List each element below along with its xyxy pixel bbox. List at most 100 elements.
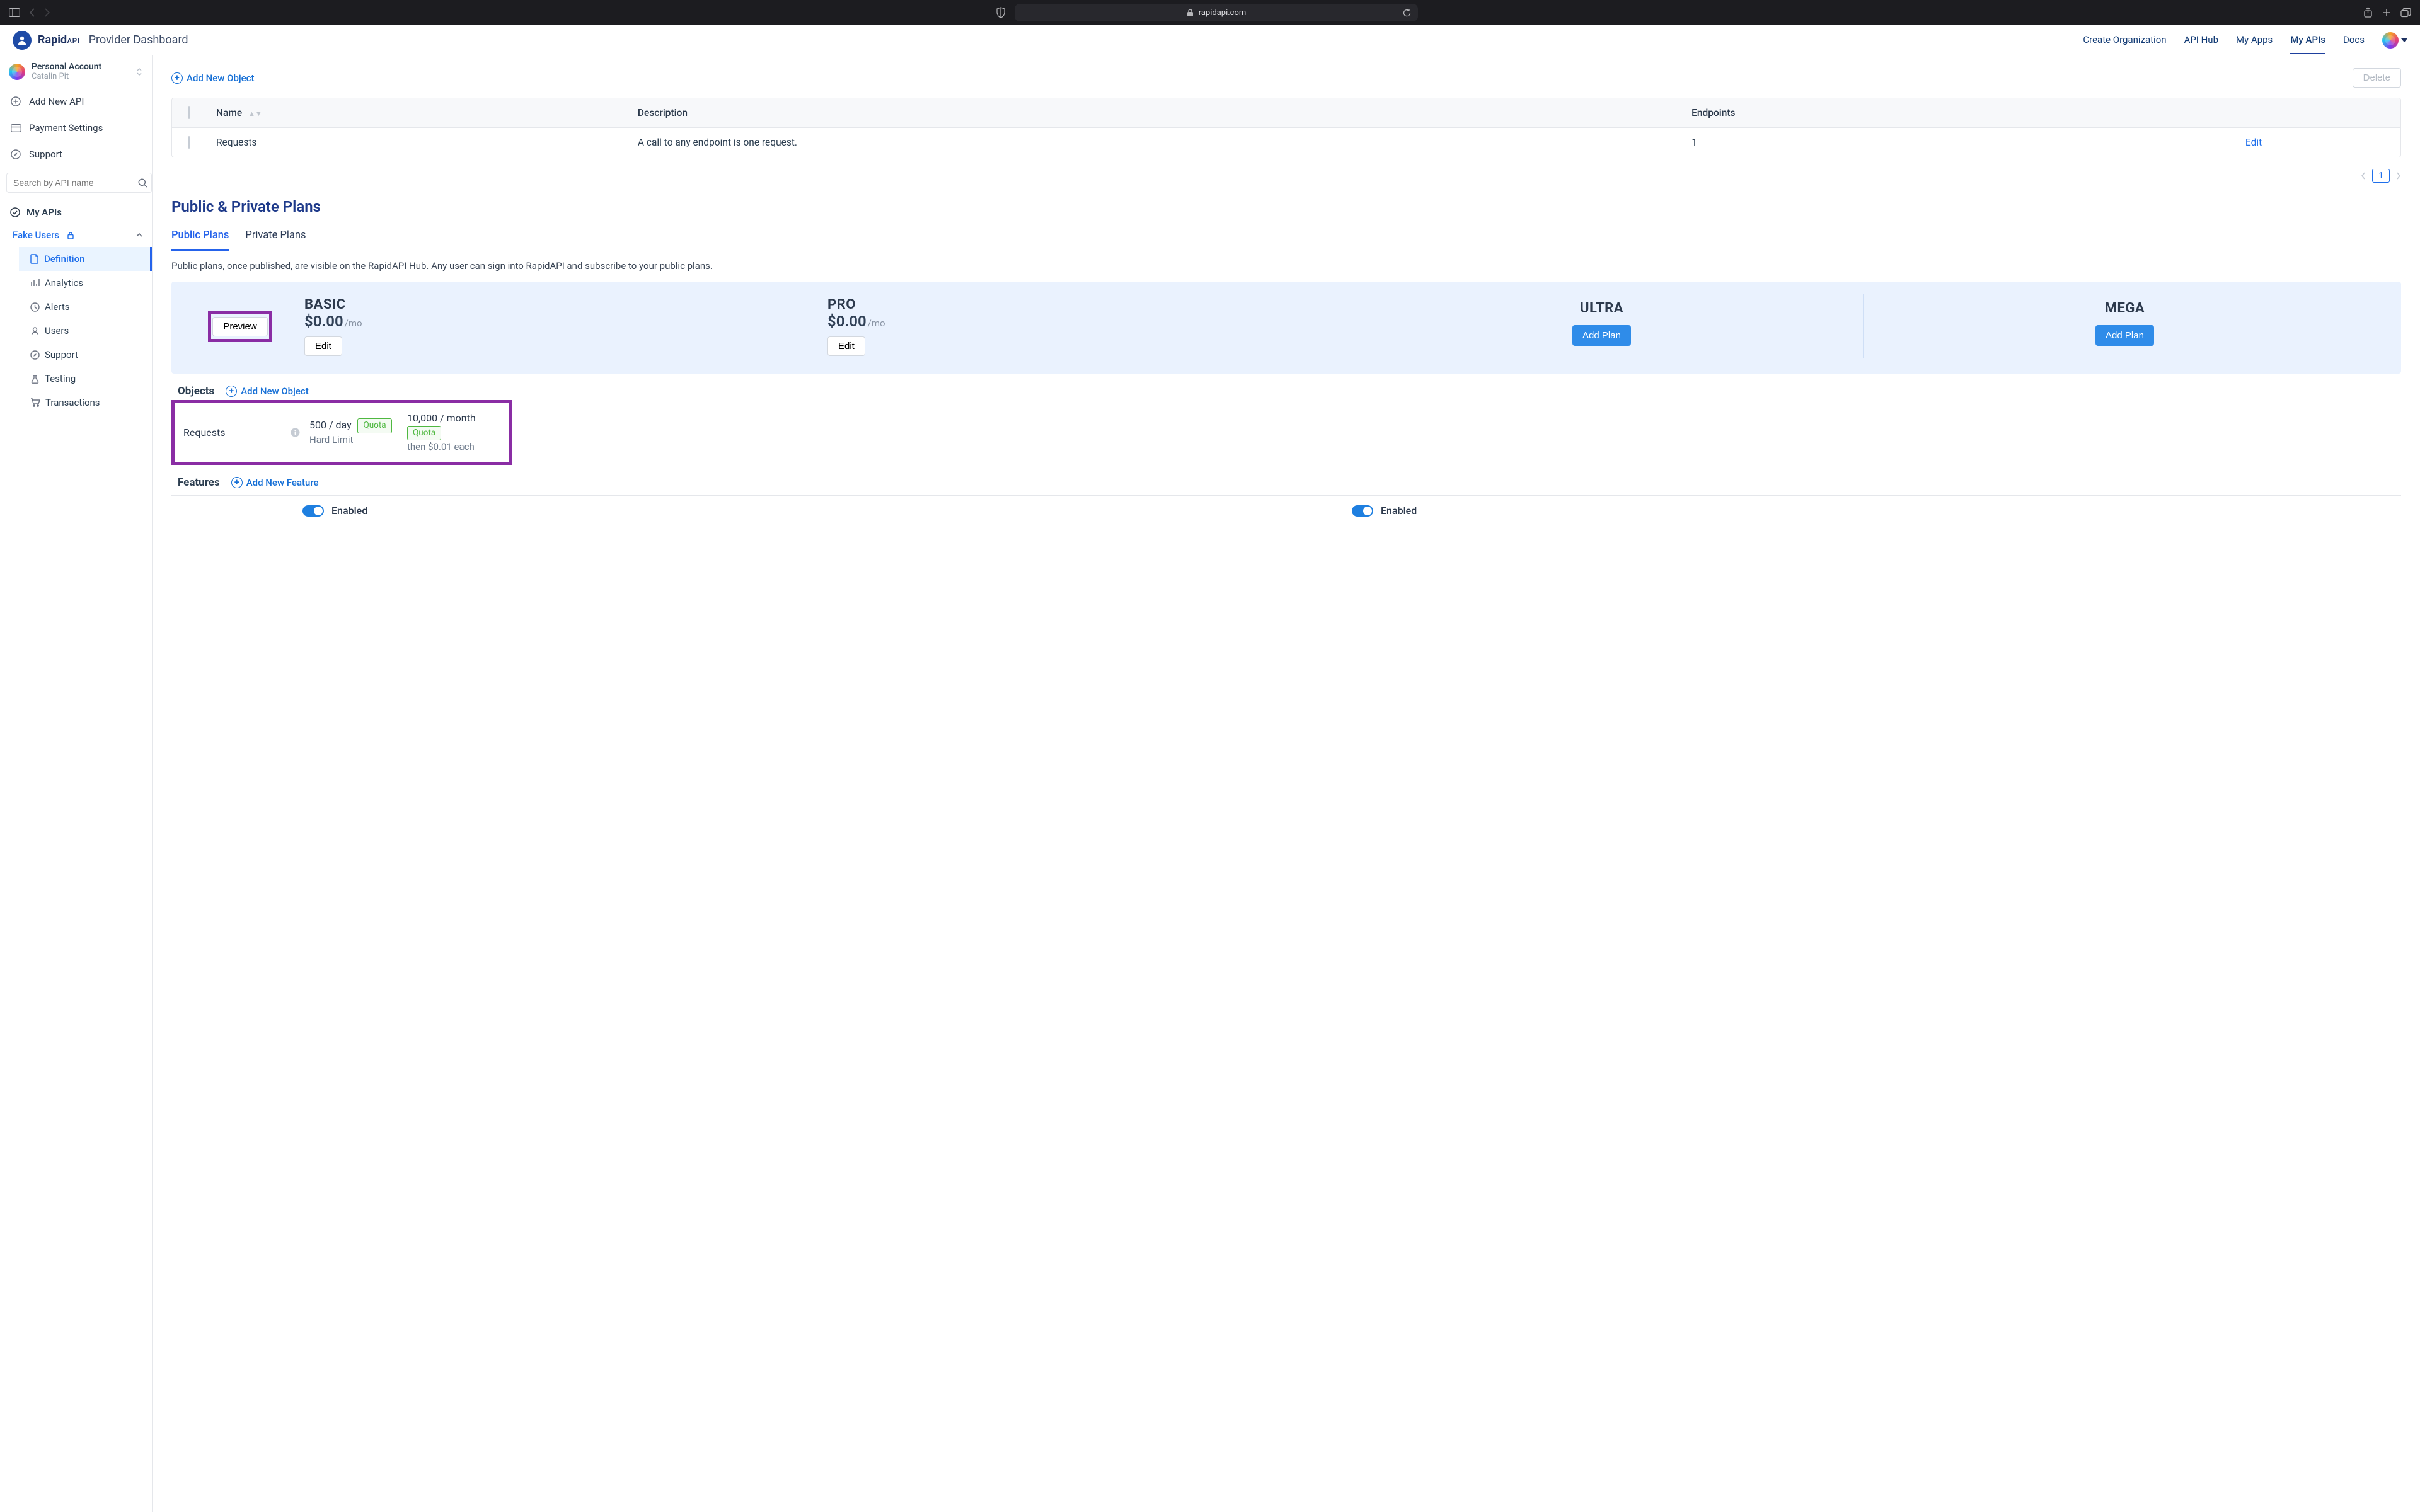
row-endpoints: 1	[1691, 137, 2113, 148]
pager-prev-icon[interactable]	[2361, 172, 2366, 180]
cart-icon	[30, 398, 40, 407]
plus-circle-icon: +	[231, 477, 243, 488]
sidebar: Personal Account Catalin Pit Add New API…	[0, 55, 153, 1512]
nav-my-apps[interactable]: My Apps	[2236, 26, 2273, 54]
plus-circle-icon: +	[226, 386, 237, 397]
objects-table: Name ▲▼ Description Endpoints Requests A…	[171, 98, 2401, 158]
plan-edit-button[interactable]: Edit	[827, 336, 865, 356]
plan-col-basic: BASIC $0.00/mo Edit	[294, 294, 817, 358]
logo[interactable]: RapidAPI	[13, 31, 80, 50]
sidebar-item-label: Fake Users	[13, 229, 59, 241]
pager-page-number[interactable]: 1	[2372, 169, 2390, 183]
account-subtitle: Catalin Pit	[32, 72, 129, 81]
sidebar-item-support-sub[interactable]: Support	[19, 343, 152, 367]
sidebar-item-analytics[interactable]: Analytics	[19, 271, 152, 295]
reload-icon[interactable]	[1402, 8, 1412, 18]
add-new-feature-button[interactable]: + Add New Feature	[231, 477, 319, 488]
add-new-object-inline-button[interactable]: + Add New Object	[226, 386, 309, 397]
sidebar-item-testing[interactable]: Testing	[19, 367, 152, 391]
nav-api-hub[interactable]: API Hub	[2184, 26, 2218, 54]
sidebar-item-label: Support	[45, 349, 78, 360]
plan-edit-button[interactable]: Edit	[304, 336, 342, 356]
search-input[interactable]	[6, 173, 134, 193]
plans-hint: Public plans, once published, are visibl…	[171, 260, 2401, 272]
nav-forward-icon[interactable]	[44, 8, 50, 17]
delete-button[interactable]: Delete	[2353, 68, 2401, 88]
pager-next-icon[interactable]	[2396, 172, 2401, 180]
sort-icon[interactable]: ▲▼	[248, 110, 262, 118]
check-circle-icon	[10, 207, 20, 217]
sidebar-item-label: Payment Settings	[29, 122, 103, 134]
card-icon	[10, 124, 21, 132]
add-plan-button[interactable]: Add Plan	[1572, 325, 1631, 346]
compass-icon	[30, 350, 40, 360]
avatar-chevron-icon[interactable]	[2401, 38, 2407, 42]
add-new-object-button[interactable]: + Add New Object	[171, 72, 255, 84]
feature-toggle-pro[interactable]	[1352, 505, 1373, 517]
sidebar-toggle-icon[interactable]	[9, 8, 20, 17]
url-field[interactable]: rapidapi.com	[1015, 4, 1418, 21]
plan-price: $0.00/mo	[304, 312, 807, 330]
tab-public-plans[interactable]: Public Plans	[171, 223, 229, 251]
toggle-label: Enabled	[331, 505, 367, 517]
account-title: Personal Account	[32, 62, 129, 72]
nav-my-apis[interactable]: My APIs	[2290, 26, 2325, 54]
sidebar-add-new-api[interactable]: Add New API	[0, 88, 152, 115]
sidebar-support[interactable]: Support	[0, 141, 152, 168]
sidebar-item-label: Analytics	[45, 277, 83, 289]
main-content: + Add New Object Delete Name ▲▼ Descript…	[153, 55, 2420, 1512]
account-avatar	[9, 64, 25, 80]
flask-icon	[30, 374, 40, 384]
object-basic-cell: 500 / day Quota Hard Limit	[309, 418, 407, 447]
sidebar-item-label: Testing	[45, 373, 76, 384]
nav-back-icon[interactable]	[29, 8, 35, 17]
col-description: Description	[638, 107, 1691, 118]
account-switcher[interactable]: Personal Account Catalin Pit	[0, 55, 152, 88]
row-checkbox[interactable]	[188, 136, 190, 149]
plus-circle-icon	[10, 96, 21, 106]
browser-chrome: rapidapi.com	[0, 0, 2420, 25]
info-icon[interactable]	[291, 428, 309, 437]
sidebar-item-users[interactable]: Users	[19, 319, 152, 343]
search-button[interactable]	[134, 173, 152, 193]
plan-name: MEGA	[1874, 301, 2376, 316]
add-plan-button[interactable]: Add Plan	[2095, 325, 2154, 346]
quota-badge: Quota	[407, 426, 441, 441]
tab-private-plans[interactable]: Private Plans	[245, 223, 306, 251]
sidebar-item-transactions[interactable]: Transactions	[19, 391, 152, 415]
new-tab-icon[interactable]	[2382, 8, 2392, 18]
sidebar-item-label: Transactions	[45, 397, 100, 408]
features-section-label: Features	[178, 476, 220, 489]
preview-button[interactable]: Preview	[212, 317, 267, 336]
plan-name: BASIC	[304, 297, 807, 312]
nav-create-organization[interactable]: Create Organization	[2083, 26, 2166, 54]
plan-name: PRO	[827, 297, 1330, 312]
plan-col-ultra: ULTRA Add Plan	[1340, 294, 1863, 358]
table-header-row: Name ▲▼ Description Endpoints	[172, 98, 2400, 127]
row-edit-link[interactable]: Edit	[2245, 137, 2262, 148]
col-name: Name ▲▼	[216, 107, 638, 118]
sidebar-item-definition[interactable]: Definition	[19, 247, 152, 271]
lock-icon	[1187, 9, 1194, 17]
avatar[interactable]	[2382, 32, 2399, 49]
plans-panel: Preview BASIC $0.00/mo Edit PRO $0.00/mo…	[171, 282, 2401, 374]
feature-toggle-basic[interactable]	[302, 505, 324, 517]
tabs-overview-icon[interactable]	[2400, 8, 2411, 18]
share-icon[interactable]	[2363, 7, 2373, 18]
chart-icon	[30, 278, 40, 287]
user-icon	[30, 326, 40, 336]
top-nav: Create Organization API Hub My Apps My A…	[2083, 26, 2407, 54]
clock-icon	[30, 302, 40, 312]
table-row: Requests A call to any endpoint is one r…	[172, 127, 2400, 157]
sidebar-payment-settings[interactable]: Payment Settings	[0, 115, 152, 141]
privacy-shield-icon[interactable]	[996, 7, 1006, 18]
sidebar-api-fake-users[interactable]: Fake Users	[0, 223, 152, 247]
plan-price: $0.00/mo	[827, 312, 1330, 330]
pager: 1	[171, 169, 2401, 183]
chevron-up-icon	[135, 232, 143, 238]
plan-col-mega: MEGA Add Plan	[1863, 294, 2386, 358]
select-all-checkbox[interactable]	[188, 106, 190, 119]
nav-docs[interactable]: Docs	[2343, 26, 2365, 54]
object-row-highlight-box: Requests 500 / day Quota Hard Limit 10,0…	[171, 400, 512, 465]
sidebar-item-alerts[interactable]: Alerts	[19, 295, 152, 319]
